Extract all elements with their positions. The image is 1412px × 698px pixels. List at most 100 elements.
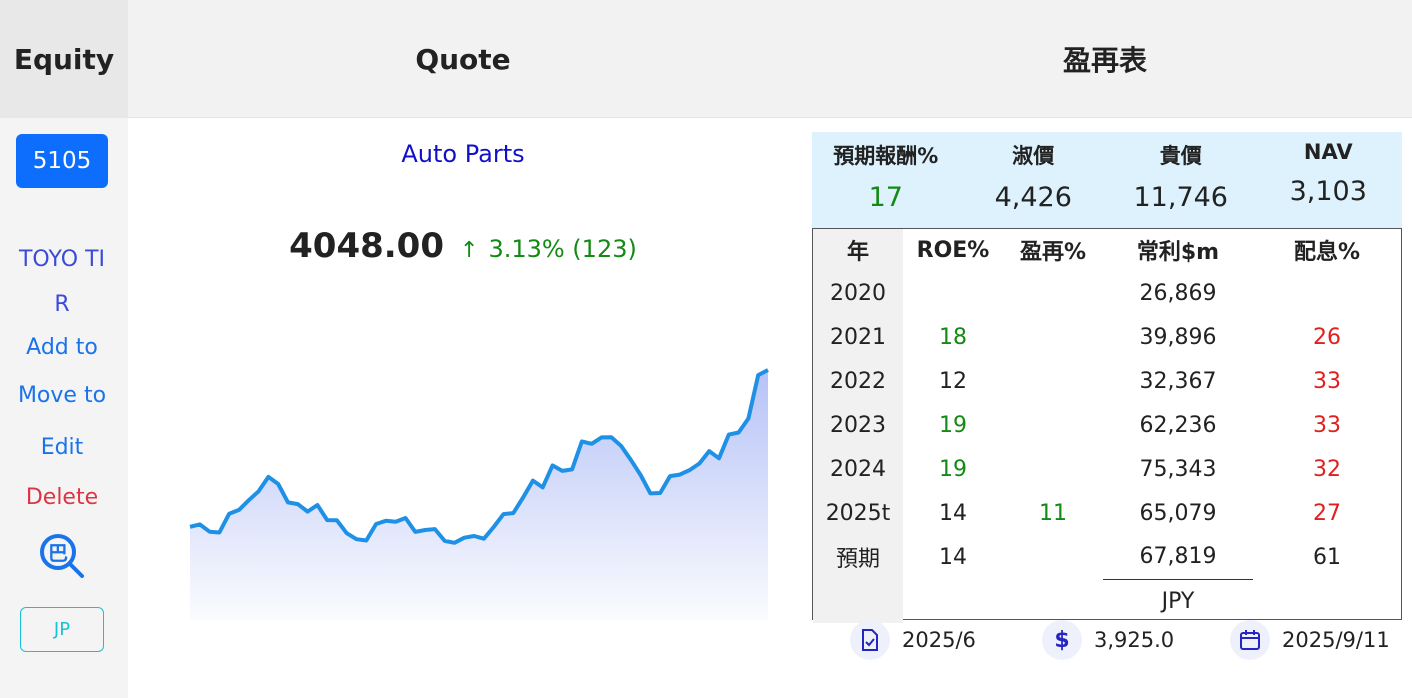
cell-roe: 14 [939,500,967,526]
cell-roe [903,271,1003,315]
table-row: 2023 19 62,236 33 [813,403,1401,447]
cell-dividend [1253,271,1401,315]
search-glyph-text: 巴 [48,541,68,565]
table-row: 2020 26,869 [813,271,1401,315]
financial-table: 年 ROE% 盈再% 常利$m 配息% 2020 26,869 2021 18 … [812,228,1402,623]
report-date-value: 2025/6 [902,628,976,652]
cell-dividend: 61 [1313,544,1341,570]
sector-link[interactable]: Auto Parts [128,140,798,168]
cell-year: 2022 [813,359,903,403]
col-profit: 常利$m [1136,240,1220,265]
cell-year: 2020 [813,271,903,315]
checklist-icon [850,620,890,660]
cell-roe: 12 [939,368,967,394]
delete-link[interactable]: Delete [0,485,124,510]
table-row: 2024 19 75,343 32 [813,447,1401,491]
col-roe: ROE% [916,237,990,263]
table-row: 2022 12 32,367 33 [813,359,1401,403]
cell-roe: 18 [939,324,967,350]
cell-profit: 67,819 [1103,535,1253,580]
calendar-icon [1230,620,1270,660]
company-name[interactable]: TOYO TI R [0,237,124,327]
nav-label: NAV [1303,140,1353,164]
cell-profit: 32,367 [1139,368,1217,394]
company-name-line1: TOYO TI [18,247,106,272]
cell-reinvest [1003,271,1103,315]
arrow-up-icon: ↑ [460,238,479,263]
expected-return-label: 預期報酬% [833,144,939,168]
close-price: $ 3,925.0 [1042,620,1174,660]
table-row: 預期 14 67,819 61 [813,535,1401,580]
sidebar: 5105 TOYO TI R Add to Move to Edit Delet… [0,118,128,698]
quote-date-value: 2025/9/11 [1282,628,1390,652]
cell-empty [903,579,1003,623]
report-date: 2025/6 [850,620,976,660]
ticker-button[interactable]: 5105 [16,134,108,188]
cell-profit: 62,236 [1139,412,1217,438]
cell-dividend: 33 [1313,412,1341,438]
cell-year: 2021 [813,315,903,359]
col-year: 年 [813,229,903,271]
table-row: 2025t 14 11 65,079 27 [813,491,1401,535]
cell-year: 2025t [813,491,903,535]
cell-roe: 14 [939,544,967,570]
cell-profit: 75,343 [1139,456,1217,482]
cell-year: 預期 [813,535,903,579]
nav-value: 3,103 [1289,176,1367,207]
cell-empty [1003,579,1103,623]
quote-header: Quote [415,42,511,76]
cell-profit: 39,896 [1139,324,1217,350]
table-header: 盈再表 [1062,44,1147,77]
table-header-row: 年 ROE% 盈再% 常利$m 配息% [813,229,1401,271]
col-dividend: 配息% [1293,240,1361,265]
valuation-summary: 預期報酬% 17 淑價 4,426 貴價 11,746 NAV 3,103 [812,132,1402,228]
company-name-line2: R [54,292,70,317]
price-sparkline [189,368,769,620]
price-row: 4048.00 ↑ 3.13% (123) [128,226,798,266]
col-reinvest: 盈再% [1019,240,1087,265]
price-value: 4048.00 [289,226,444,266]
cell-reinvest [1003,447,1103,491]
move-to-link[interactable]: Move to [0,383,124,408]
sparkline-area [190,370,768,620]
currency-label: JPY [1161,588,1195,614]
cheap-price-value: 4,426 [994,182,1072,213]
cell-reinvest [1003,315,1103,359]
table-row: 2021 18 39,896 26 [813,315,1401,359]
search-icon[interactable]: 巴 [38,532,86,580]
cell-roe: 19 [939,412,967,438]
footer-bar: 2025/6 $ 3,925.0 2025/9/11 [812,620,1412,676]
cell-profit: 26,869 [1139,280,1217,306]
edit-link[interactable]: Edit [0,435,124,460]
cell-year: 2024 [813,447,903,491]
quote-date: 2025/9/11 [1230,620,1390,660]
nav: NAV 3,103 [1255,132,1403,228]
cell-dividend: 32 [1313,456,1341,482]
expensive-price-label: 貴價 [1159,144,1202,168]
cell-dividend: 27 [1313,500,1341,526]
equity-header: Equity [0,0,128,118]
price-change: 3.13% (123) [488,235,637,263]
header-bar: Equity Quote 盈再表 [0,0,1412,118]
cheap-price: 淑價 4,426 [960,132,1108,228]
cell-dividend: 33 [1313,368,1341,394]
cell-year: 2023 [813,403,903,447]
expected-return-value: 17 [868,182,903,213]
cell-profit: 65,079 [1139,500,1217,526]
cell-reinvest: 11 [1039,500,1067,526]
close-price-value: 3,925.0 [1094,628,1175,652]
cell-reinvest [1003,403,1103,447]
expensive-price: 貴價 11,746 [1107,132,1255,228]
cell-year [813,579,903,623]
cheap-price-label: 淑價 [1012,144,1055,168]
cell-reinvest [1003,535,1103,579]
market-button[interactable]: JP [20,607,104,652]
add-to-link[interactable]: Add to [0,335,124,360]
expected-return: 預期報酬% 17 [812,132,960,228]
cell-empty [1253,579,1401,623]
cell-dividend: 26 [1313,324,1341,350]
dollar-icon: $ [1042,620,1082,660]
expensive-price-value: 11,746 [1133,182,1228,213]
cell-roe: 19 [939,456,967,482]
table-row: JPY [813,579,1401,623]
